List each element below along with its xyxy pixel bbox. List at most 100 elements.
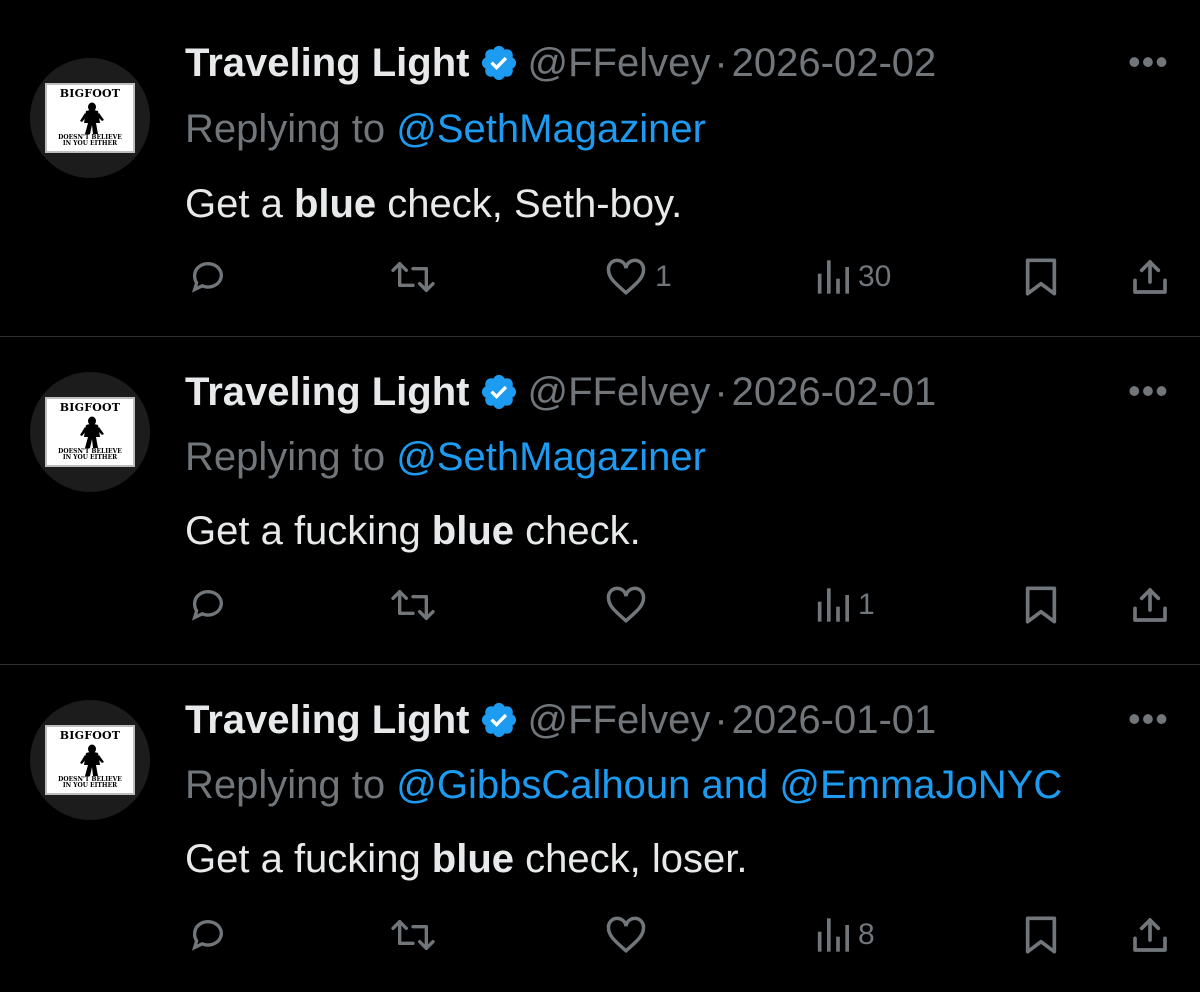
retweet-icon <box>391 920 435 950</box>
view-count: 1 <box>858 588 875 621</box>
avatar-image: BIGFOOT DOESN'T BELIEVE IN YOU EITHER <box>45 725 135 795</box>
reply-icon <box>191 590 223 621</box>
verified-badge-icon[interactable] <box>479 43 519 83</box>
like-button[interactable] <box>605 910 655 960</box>
tweet-text-part: check, loser. <box>514 837 748 881</box>
share-icon <box>1133 260 1167 294</box>
bookmark-button[interactable] <box>1024 252 1058 302</box>
share-button[interactable] <box>1130 580 1170 630</box>
verified-badge-icon[interactable] <box>479 372 519 412</box>
replying-to: Replying to @GibbsCalhoun and @EmmaJoNYC <box>185 760 1062 810</box>
tweet[interactable]: BIGFOOT DOESN'T BELIEVE IN YOU EITHER Tr… <box>0 0 1200 336</box>
avatar-logo-text: BIGFOOT <box>59 729 121 742</box>
mention-link[interactable]: @GibbsCalhoun <box>396 763 690 807</box>
display-name[interactable]: Traveling Light <box>185 695 469 745</box>
reply-icon <box>191 920 223 951</box>
like-button[interactable]: 1 <box>605 252 672 302</box>
avatar[interactable]: BIGFOOT DOESN'T BELIEVE IN YOU EITHER <box>30 700 150 820</box>
mention-link[interactable]: @SethMagaziner <box>396 435 706 479</box>
reply-button[interactable] <box>188 910 228 960</box>
retweet-button[interactable] <box>388 910 438 960</box>
like-button[interactable] <box>605 580 655 630</box>
views-button[interactable]: 1 <box>816 580 875 630</box>
heart-icon <box>606 258 646 296</box>
tweet-text: Get a fucking blue check, loser. <box>185 833 747 885</box>
replying-to: Replying to @SethMagaziner <box>185 432 706 482</box>
reply-button[interactable] <box>188 580 228 630</box>
handle[interactable]: @FFelvey <box>527 38 710 88</box>
tweet[interactable]: BIGFOOT DOESN'T BELIEVE IN YOU EITHER Tr… <box>0 665 1200 992</box>
bookmark-button[interactable] <box>1024 580 1058 630</box>
avatar-image: BIGFOOT DOESN'T BELIEVE IN YOU EITHER <box>45 83 135 153</box>
tweet-text-part: Get a <box>185 182 294 226</box>
display-name[interactable]: Traveling Light <box>185 367 469 417</box>
like-count: 1 <box>655 260 672 293</box>
tweet-header: Traveling Light @FFelvey · 2026-02-01 <box>185 367 936 417</box>
avatar-logo-text: BIGFOOT <box>59 87 121 100</box>
replying-to: Replying to @SethMagaziner <box>185 104 706 154</box>
view-count: 8 <box>858 918 875 951</box>
tweet-text-bold: blue <box>431 837 515 881</box>
avatar-caption-2: IN YOU EITHER <box>62 782 118 789</box>
avatar-caption-2: IN YOU EITHER <box>62 454 118 461</box>
avatar-logo-text: BIGFOOT <box>59 401 121 414</box>
heart-icon <box>606 586 646 624</box>
tweet-text-bold: blue <box>293 182 377 226</box>
share-icon <box>1133 918 1167 952</box>
avatar[interactable]: BIGFOOT DOESN'T BELIEVE IN YOU EITHER <box>30 372 150 492</box>
tweet-text-bold: blue <box>431 509 515 553</box>
views-button[interactable]: 8 <box>816 910 875 960</box>
tweet-text-part: Get a fucking <box>185 837 432 881</box>
heart-icon <box>606 916 646 954</box>
separator: · <box>714 698 728 742</box>
analytics-icon <box>817 588 849 622</box>
bigfoot-icon <box>80 416 104 448</box>
tweet-text-part: check, Seth-boy. <box>376 182 683 226</box>
handle[interactable]: @FFelvey <box>527 367 710 417</box>
replying-label: Replying to <box>185 107 386 151</box>
retweet-icon <box>391 590 435 620</box>
reply-icon <box>191 262 223 293</box>
timestamp[interactable]: 2026-02-01 <box>732 367 937 417</box>
reply-button[interactable] <box>188 252 228 302</box>
views-button[interactable]: 30 <box>816 252 891 302</box>
replying-label: Replying to <box>185 435 386 479</box>
replying-label: Replying to <box>185 763 386 807</box>
retweet-icon <box>391 262 435 292</box>
bigfoot-icon <box>80 744 104 776</box>
tweet-header: Traveling Light @FFelvey · 2026-02-02 <box>185 38 936 88</box>
tweet-text-part: check. <box>514 509 641 553</box>
retweet-button[interactable] <box>388 252 438 302</box>
timestamp[interactable]: 2026-02-02 <box>732 38 937 88</box>
bookmark-icon <box>1025 916 1057 954</box>
display-name[interactable]: Traveling Light <box>185 38 469 88</box>
share-button[interactable] <box>1130 910 1170 960</box>
mention-link[interactable]: @EmmaJoNYC <box>779 763 1062 807</box>
timestamp[interactable]: 2026-01-01 <box>732 695 937 745</box>
share-icon <box>1133 588 1167 622</box>
avatar-caption-2: IN YOU EITHER <box>62 140 118 147</box>
avatar-image: BIGFOOT DOESN'T BELIEVE IN YOU EITHER <box>45 397 135 467</box>
avatar[interactable]: BIGFOOT DOESN'T BELIEVE IN YOU EITHER <box>30 58 150 178</box>
tweet-text-part: Get a fucking <box>185 509 432 553</box>
handle[interactable]: @FFelvey <box>527 695 710 745</box>
mention-link[interactable]: @SethMagaziner <box>396 107 706 151</box>
retweet-button[interactable] <box>388 580 438 630</box>
verified-badge-icon[interactable] <box>479 700 519 740</box>
more-options-icon[interactable]: ••• <box>1128 44 1168 80</box>
bookmark-icon <box>1025 258 1057 296</box>
share-button[interactable] <box>1130 252 1170 302</box>
tweet-text: Get a blue check, Seth-boy. <box>185 178 682 230</box>
action-bar: 8 <box>0 910 1200 960</box>
analytics-icon <box>817 260 849 294</box>
separator: · <box>714 41 728 85</box>
analytics-icon <box>817 918 849 952</box>
tweet-header: Traveling Light @FFelvey · 2026-01-01 <box>185 695 936 745</box>
more-options-icon[interactable]: ••• <box>1128 373 1168 409</box>
action-bar: 1 30 <box>0 252 1200 302</box>
more-options-icon[interactable]: ••• <box>1128 701 1168 737</box>
tweet[interactable]: BIGFOOT DOESN'T BELIEVE IN YOU EITHER Tr… <box>0 337 1200 664</box>
view-count: 30 <box>858 260 892 293</box>
separator: · <box>714 370 728 414</box>
bookmark-button[interactable] <box>1024 910 1058 960</box>
